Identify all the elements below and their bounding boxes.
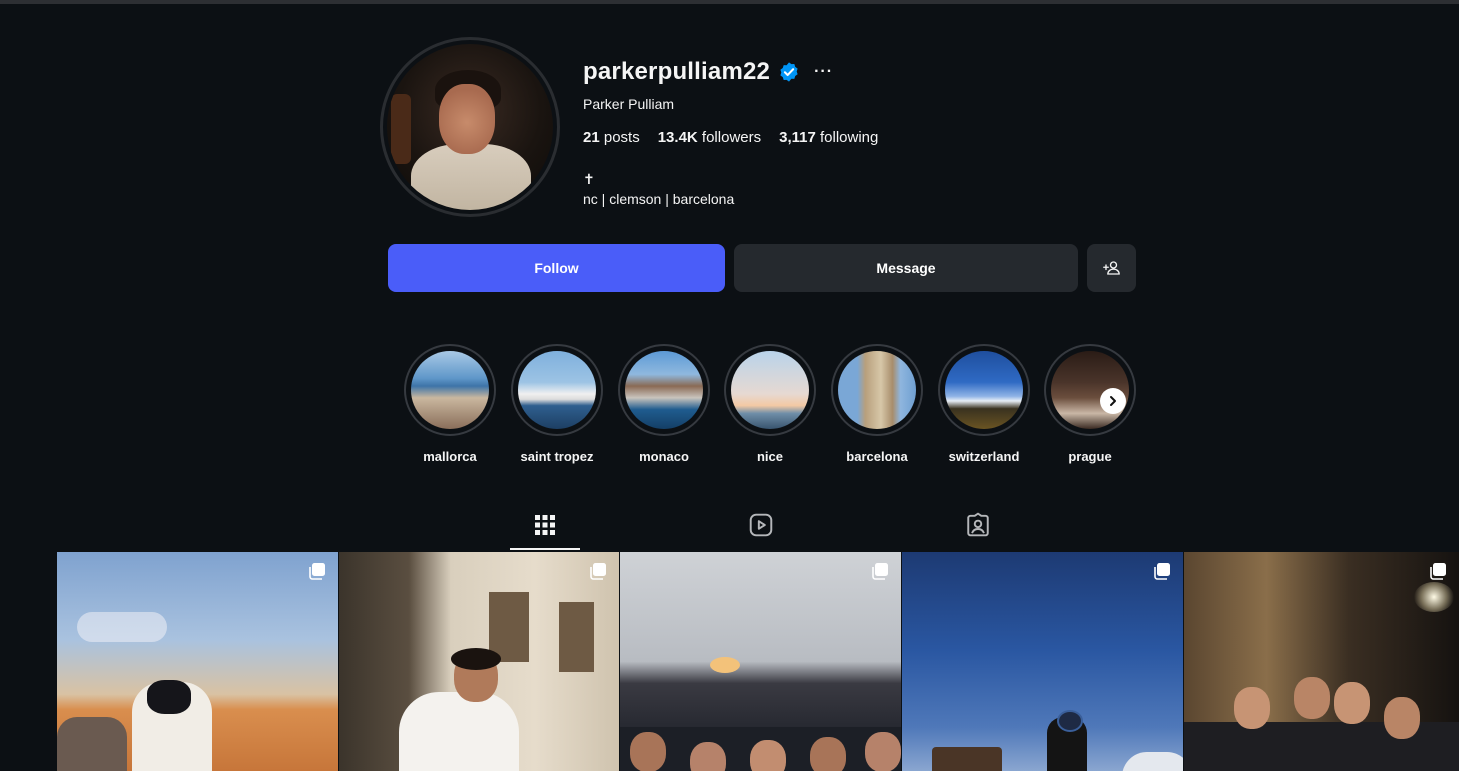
carousel-icon (590, 563, 606, 580)
posts-count: 21 (583, 129, 600, 146)
highlights-next-button[interactable] (1100, 388, 1126, 414)
highlight-label: saint tropez (520, 449, 594, 464)
tab-tagged[interactable] (943, 510, 1013, 540)
highlight-monaco[interactable]: monaco (618, 344, 710, 464)
grid-icon (535, 515, 555, 535)
more-options-button[interactable]: ··· (814, 63, 833, 81)
bio-cross: ✝ (583, 171, 595, 187)
highlight-label: barcelona (846, 449, 908, 464)
carousel-icon (309, 563, 325, 580)
highlight-label: nice (756, 449, 783, 464)
posts-label: posts (603, 129, 640, 146)
carousel-icon (872, 563, 888, 580)
message-button[interactable]: Message (734, 244, 1078, 292)
active-tab-indicator (510, 548, 580, 550)
profile-avatar[interactable] (380, 37, 560, 217)
carousel-icon (1154, 563, 1170, 580)
highlight-cover (625, 351, 703, 429)
following-label: following (820, 129, 879, 146)
post-thumbnail[interactable] (902, 552, 1183, 771)
post-thumbnail[interactable] (1184, 552, 1459, 771)
highlight-saint-tropez[interactable]: saint tropez (511, 344, 603, 464)
tagged-icon (967, 512, 989, 537)
carousel-icon (1430, 563, 1446, 580)
following-count: 3,117 (779, 129, 816, 146)
username-row: parkerpulliam22 ··· (583, 58, 833, 86)
highlight-cover (731, 351, 809, 429)
window-top-border (0, 0, 1459, 4)
bio-text: nc | clemson | barcelona (583, 191, 735, 207)
highlight-label: switzerland (948, 449, 1020, 464)
avatar-photo (387, 44, 553, 210)
tab-posts[interactable] (510, 510, 580, 540)
post-thumbnail[interactable] (620, 552, 901, 771)
suggest-accounts-button[interactable] (1087, 244, 1136, 292)
post-thumbnail[interactable] (57, 552, 338, 771)
post-thumbnail[interactable] (339, 552, 619, 771)
highlight-switzerland[interactable]: switzerland (938, 344, 1030, 464)
followers-count: 13.4K (657, 129, 698, 146)
highlight-nice[interactable]: nice (724, 344, 816, 464)
highlight-cover (945, 351, 1023, 429)
following-stat[interactable]: 3,117 following (779, 129, 878, 146)
highlight-cover (518, 351, 596, 429)
verified-badge-icon (780, 62, 798, 82)
profile-stats: 21 posts 13.4K followers 3,117 following (583, 129, 878, 146)
highlight-cover (838, 351, 916, 429)
followers-stat[interactable]: 13.4K followers (658, 129, 761, 146)
highlight-barcelona[interactable]: barcelona (831, 344, 923, 464)
followers-label: followers (701, 129, 762, 146)
posts-stat: 21 posts (583, 129, 640, 146)
follow-button[interactable]: Follow (388, 244, 725, 292)
highlight-label: prague (1068, 449, 1112, 464)
reels-icon (749, 513, 773, 537)
add-person-icon (1102, 261, 1120, 275)
highlight-mallorca[interactable]: mallorca (404, 344, 496, 464)
highlight-cover (411, 351, 489, 429)
tab-reels[interactable] (726, 510, 796, 540)
chevron-right-icon (1110, 396, 1116, 406)
highlight-label: mallorca (423, 449, 477, 464)
username: parkerpulliam22 (583, 58, 771, 85)
full-name: Parker Pulliam (583, 96, 675, 112)
highlight-label: monaco (639, 449, 689, 464)
